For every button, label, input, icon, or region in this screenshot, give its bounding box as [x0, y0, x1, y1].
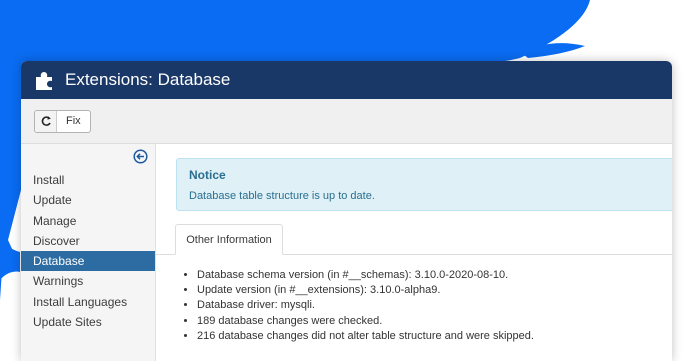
sidebar-item-update-sites[interactable]: Update Sites	[21, 312, 155, 332]
fix-button-label: Fix	[66, 115, 81, 127]
refresh-icon	[35, 110, 57, 132]
sidebar: Install Update Manage Discover Database …	[21, 144, 156, 361]
fix-button[interactable]: Fix	[34, 109, 91, 133]
sidebar-item-discover[interactable]: Discover	[21, 231, 155, 251]
sidebar-item-manage[interactable]: Manage	[21, 211, 155, 231]
puzzle-icon	[36, 72, 52, 90]
notice-alert: Notice Database table structure is up to…	[176, 158, 672, 211]
notice-title: Notice	[189, 168, 226, 182]
sidebar-menu: Install Update Manage Discover Database …	[21, 170, 155, 332]
sidebar-item-update[interactable]: Update	[21, 190, 155, 210]
list-item: 216 database changes did not alter table…	[197, 329, 534, 344]
notice-message: Database table structure is up to date.	[189, 190, 375, 202]
arrow-circle-left-icon[interactable]	[133, 149, 148, 164]
tab-other-information[interactable]: Other Information	[175, 224, 283, 255]
extensions-window: Extensions: Database Fix Install Update …	[21, 61, 672, 361]
sidebar-item-install-languages[interactable]: Install Languages	[21, 292, 155, 312]
main-content: Notice Database table structure is up to…	[156, 144, 672, 361]
sidebar-item-database[interactable]: Database	[21, 251, 155, 272]
info-list: Database schema version (in #__schemas):…	[183, 268, 534, 344]
list-item: Update version (in #__extensions): 3.10.…	[197, 283, 534, 298]
list-item: 189 database changes were checked.	[197, 314, 534, 329]
list-item: Database driver: mysqli.	[197, 298, 534, 313]
page-title: Extensions: Database	[65, 70, 231, 89]
sidebar-item-install[interactable]: Install	[21, 170, 155, 190]
sidebar-item-warnings[interactable]: Warnings	[21, 271, 155, 291]
page-header: Extensions: Database	[21, 61, 672, 99]
toolbar: Fix	[21, 99, 672, 144]
list-item: Database schema version (in #__schemas):…	[197, 268, 534, 283]
